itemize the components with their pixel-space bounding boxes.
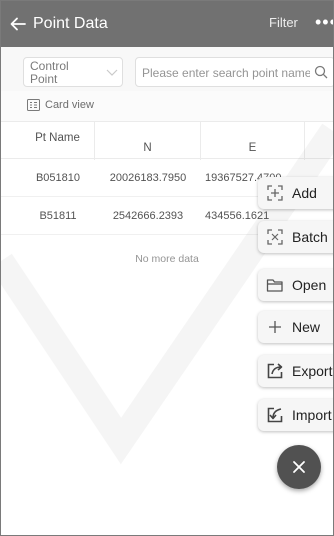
menu-item-add[interactable]: Add — [258, 177, 333, 209]
menu-item-label: Open — [292, 277, 327, 293]
menu-item-label: Import — [292, 407, 332, 423]
folder-open-icon — [266, 279, 283, 292]
menu-item-label: Batch — [292, 229, 328, 245]
menu-item-label: New — [292, 319, 321, 335]
menu-item-open[interactable]: Open — [258, 269, 333, 301]
add-point-icon — [267, 185, 283, 201]
menu-item-new[interactable]: New — [258, 311, 333, 343]
menu-item-import[interactable]: Import — [258, 399, 333, 431]
fab-close-button[interactable] — [277, 445, 321, 489]
point-data-screen: Point Data Filter ••• Control Point Card… — [1, 1, 333, 535]
plus-icon — [269, 321, 281, 333]
close-icon — [293, 461, 305, 473]
menu-item-batch[interactable]: Batch — [258, 221, 333, 253]
export-icon — [267, 363, 283, 379]
batch-icon — [267, 229, 283, 245]
menu-item-label: Export — [292, 363, 333, 379]
menu-item-export[interactable]: Export — [258, 355, 333, 387]
import-icon — [267, 407, 283, 423]
menu-item-label: Add — [292, 185, 317, 201]
